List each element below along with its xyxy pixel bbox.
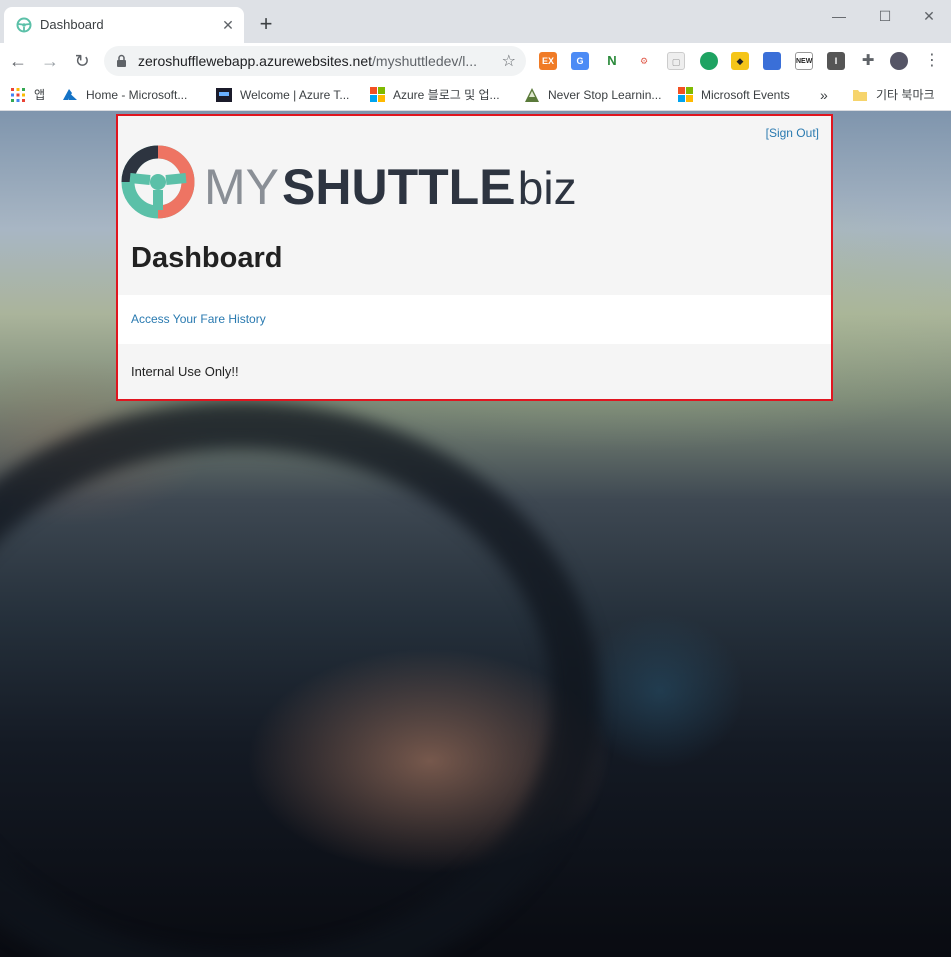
extension-calendar-icon[interactable] <box>763 52 781 70</box>
azure-training-icon <box>216 87 232 102</box>
logo-text-shuttle: SHUTTLE <box>282 159 513 215</box>
bookmark-other-folder[interactable]: 기타 북마크 <box>852 85 935 105</box>
microsoft-logo-icon <box>678 87 693 103</box>
more-menu-icon[interactable]: ⋮ <box>920 49 944 73</box>
bookmark-star-icon[interactable]: ☆ <box>502 51 516 71</box>
azure-icon <box>63 88 77 100</box>
new-tab-button[interactable]: + <box>254 13 278 37</box>
bookmark-label: Never Stop Learnin... <box>548 88 662 102</box>
fare-history-link[interactable]: Access Your Fare History <box>131 312 266 326</box>
sign-out-link[interactable]: [Sign Out] <box>766 126 819 140</box>
bookmark-label: Welcome | Azure T... <box>240 88 350 102</box>
bookmark-never-stop-learning[interactable]: Never Stop Learnin... <box>524 85 661 105</box>
page-background: [Sign Out] MY SHUTTLE .biz Dashboard Acc… <box>0 111 951 957</box>
extension-puzzle-piece-icon[interactable]: ◆ <box>731 52 749 70</box>
profile-avatar[interactable] <box>890 52 908 70</box>
browser-toolbar: ← → ↻ zeroshufflewebapp.azurewebsites.ne… <box>0 43 951 125</box>
bookmark-label: Azure 블로그 및 업... <box>393 88 500 102</box>
internal-use-note: Internal Use Only!! <box>131 364 239 379</box>
url-path: /myshuttledev/l... <box>372 53 478 69</box>
logo-wheel-icon <box>121 145 195 219</box>
extension-pocket-icon[interactable]: ▢ <box>667 52 685 70</box>
logo-text-biz: .biz <box>505 162 577 214</box>
fare-history-row: Access Your Fare History <box>118 295 831 344</box>
forward-arrow-icon[interactable]: → <box>38 49 62 73</box>
extension-chat-icon[interactable] <box>700 52 718 70</box>
bookmark-azure-blog[interactable]: Azure 블로그 및 업... <box>370 85 500 105</box>
url-host: zeroshufflewebapp.azurewebsites.net <box>138 53 373 69</box>
extension-translate-icon[interactable]: G <box>571 52 589 70</box>
close-tab-icon[interactable]: ✕ <box>218 15 238 35</box>
logo-text-my: MY <box>204 159 279 215</box>
bookmarks-bar: 앱 Home - Microsoft... Welcome | Azure T.… <box>0 79 951 111</box>
extensions-puzzle-icon[interactable]: ✚ <box>859 52 877 70</box>
reload-icon[interactable]: ↻ <box>70 49 94 73</box>
background-steering-wheel <box>0 401 600 957</box>
bookmark-label: 기타 북마크 <box>876 88 935 102</box>
bookmark-microsoft-events[interactable]: Microsoft Events <box>678 85 790 105</box>
bookmark-label: 앱 <box>34 88 46 102</box>
back-arrow-icon[interactable]: ← <box>6 49 30 73</box>
folder-icon <box>853 89 867 101</box>
tab-title: Dashboard <box>40 17 104 32</box>
bookmark-label: Microsoft Events <box>701 88 790 102</box>
more-bookmarks-chevron-icon[interactable]: » <box>820 85 828 105</box>
mountain-icon <box>525 87 539 102</box>
lock-icon <box>117 54 126 67</box>
microsoft-logo-icon <box>370 87 385 103</box>
bookmark-apps[interactable]: 앱 <box>10 85 45 105</box>
steering-wheel-icon <box>16 17 32 33</box>
myshuttle-logo: MY SHUTTLE .biz <box>121 145 577 219</box>
page-title: Dashboard <box>131 242 283 274</box>
close-window-icon[interactable]: ✕ <box>906 4 951 28</box>
extension-ex-icon[interactable]: EX <box>539 52 557 70</box>
extension-new-icon[interactable]: NEW <box>795 52 813 70</box>
bookmark-label: Home - Microsoft... <box>86 88 188 102</box>
minimize-icon[interactable]: — <box>816 4 862 28</box>
dashboard-panel: [Sign Out] MY SHUTTLE .biz Dashboard Acc… <box>116 114 833 401</box>
bookmark-azure-home[interactable]: Home - Microsoft... <box>62 85 187 105</box>
tab-dashboard[interactable]: Dashboard ✕ <box>4 7 244 43</box>
extension-n-icon[interactable]: N <box>603 52 621 70</box>
tab-strip: Dashboard ✕ + — ☐ ✕ <box>0 0 951 43</box>
extension-i-icon[interactable]: I <box>827 52 845 70</box>
extension-org-chart-icon[interactable]: ⚙ <box>635 52 653 70</box>
apps-grid-icon <box>11 87 25 102</box>
url-text: zeroshufflewebapp.azurewebsites.net/mysh… <box>138 53 477 69</box>
bookmark-azure-training[interactable]: Welcome | Azure T... <box>216 85 349 105</box>
maximize-icon[interactable]: ☐ <box>862 4 908 28</box>
address-bar[interactable]: zeroshufflewebapp.azurewebsites.net/mysh… <box>104 46 526 76</box>
